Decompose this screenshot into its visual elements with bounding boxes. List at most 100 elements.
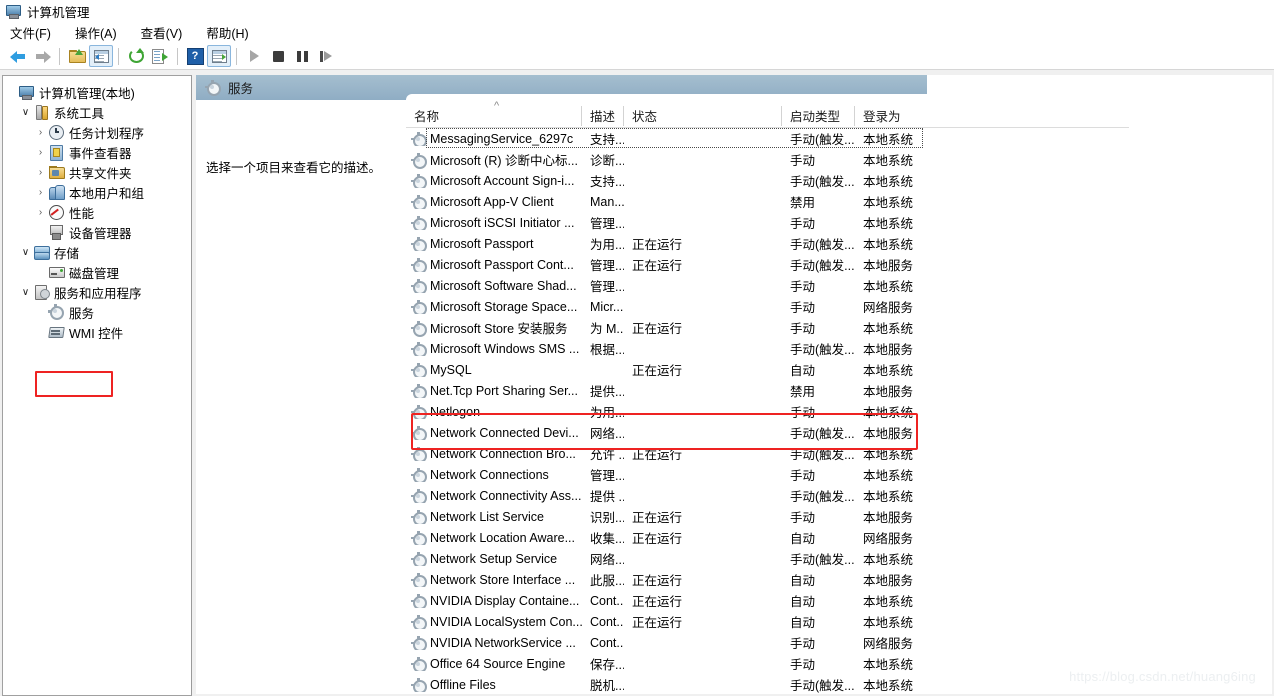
table-row[interactable]: NVIDIA LocalSystem Con... Cont... 正在运行 自动 本地…: [406, 611, 1272, 632]
table-row[interactable]: Network Connected Devi... 网络... 手动(触发... 本地…: [406, 422, 1272, 443]
table-row[interactable]: Microsoft Store 安装服务 为 M... 正在运行 手动 本地系统: [406, 317, 1272, 338]
cell-desc: 提供...: [590, 385, 624, 399]
services-gear-icon: [411, 236, 427, 251]
cell-logon: 网络服务: [863, 637, 914, 651]
cell-logon: 本地服务: [863, 259, 914, 273]
table-row[interactable]: NVIDIA NetworkService ... Cont... 手动 网络服务: [406, 632, 1272, 653]
computer-icon: [18, 84, 35, 100]
column-header-label: 状态: [632, 110, 658, 124]
service-name: Offline Files: [430, 677, 496, 692]
cell-startup: 手动(触发...: [790, 175, 855, 189]
tree-item-1[interactable]: ∨ 系统工具: [3, 102, 191, 122]
services-list-view[interactable]: 名称 ^ 描述 状态 启动类型 登录为 MessagingService_6297c 支持.…: [406, 94, 1272, 694]
services-gear-icon: [411, 635, 427, 650]
table-row[interactable]: Net.Tcp Port Sharing Ser... 提供... 禁用 本地服务: [406, 380, 1272, 401]
table-row[interactable]: Network Connectivity Ass... 提供 ... 手动(触发..…: [406, 485, 1272, 506]
table-row[interactable]: Netlogon 为用... 手动 本地系统: [406, 401, 1272, 422]
tree-item-0[interactable]: 计算机管理(本地): [3, 82, 191, 102]
table-row[interactable]: Microsoft Account Sign-i... 支持... 手动(触发...…: [406, 170, 1272, 191]
export-list-icon[interactable]: [148, 45, 172, 67]
menu-action[interactable]: 操作(A): [73, 21, 128, 44]
chevron-down-icon[interactable]: ∨: [18, 107, 33, 118]
menu-help[interactable]: 帮助(H): [204, 21, 259, 44]
table-row[interactable]: Network Connection Bro... 允许 ... 正在运行 手动(触发…: [406, 443, 1272, 464]
tree-item-label: 计算机管理(本地): [39, 87, 135, 101]
chevron-right-icon[interactable]: ›: [33, 147, 48, 158]
service-name: MessagingService_6297c: [430, 131, 574, 146]
table-row[interactable]: Network List Service 识别... 正在运行 手动 本地服务: [406, 506, 1272, 527]
table-row[interactable]: Microsoft Passport Cont... 管理... 正在运行 手动(触发…: [406, 254, 1272, 275]
forward-icon[interactable]: [30, 45, 54, 67]
column-header-4[interactable]: 登录为: [855, 104, 915, 127]
cell-logon: 本地系统: [863, 595, 914, 609]
cell-logon: 本地系统: [863, 490, 914, 504]
services-gear-icon: [411, 530, 427, 545]
pause-service-icon[interactable]: [290, 45, 314, 67]
tree-item-2[interactable]: › 任务计划程序: [3, 122, 191, 142]
menu-view[interactable]: 查看(V): [139, 21, 194, 44]
help-icon[interactable]: ?: [183, 45, 207, 67]
table-row[interactable]: Microsoft (R) 诊断中心标... 诊断... 手动 本地系统: [406, 149, 1272, 170]
back-icon[interactable]: [6, 45, 30, 67]
table-row[interactable]: NVIDIA Display Containe... Cont... 正在运行 自动 本…: [406, 590, 1272, 611]
chevron-right-icon[interactable]: ›: [33, 127, 48, 138]
chevron-down-icon[interactable]: ∨: [18, 287, 33, 298]
tree-item-3[interactable]: › 事件查看器: [3, 142, 191, 162]
start-service-icon[interactable]: [242, 45, 266, 67]
table-row[interactable]: MessagingService_6297c 支持... 手动(触发... 本地系统: [406, 128, 1272, 149]
column-header-0[interactable]: 名称 ^: [406, 101, 582, 127]
snapin-title: 服务: [228, 82, 254, 96]
cell-desc: 诊断...: [590, 154, 624, 168]
list-header[interactable]: 名称 ^ 描述 状态 启动类型 登录为: [406, 101, 1129, 127]
table-row[interactable]: Network Location Aware... 收集... 正在运行 自动 网络服务: [406, 527, 1272, 548]
table-row[interactable]: Network Setup Service 网络... 手动(触发... 本地系统: [406, 548, 1272, 569]
table-row[interactable]: Microsoft Windows SMS ... 根据... 手动(触发... 本地…: [406, 338, 1272, 359]
tree-item-11[interactable]: 服务: [3, 302, 191, 322]
chevron-down-icon[interactable]: ∨: [18, 247, 33, 258]
tree-item-4[interactable]: › 共享文件夹: [3, 162, 191, 182]
chevron-right-icon[interactable]: ›: [33, 167, 48, 178]
service-name: Netlogon: [430, 404, 481, 419]
table-row[interactable]: Network Store Interface ... 此服... 正在运行 自动 本地…: [406, 569, 1272, 590]
column-header-1[interactable]: 描述: [582, 104, 624, 127]
column-header-3[interactable]: 启动类型: [782, 104, 855, 127]
tree-item-12[interactable]: WMI 控件: [3, 322, 191, 342]
cell-desc: Man...: [590, 194, 624, 209]
cell-startup: 手动(触发...: [790, 679, 855, 693]
cell-startup: 手动: [790, 469, 816, 483]
column-header-2[interactable]: 状态: [624, 104, 782, 127]
menu-file[interactable]: 文件(F): [8, 21, 62, 44]
cell-startup: 手动(触发...: [790, 133, 855, 147]
show-hide-console-tree-icon[interactable]: [89, 45, 113, 67]
tree-item-8[interactable]: ∨ 存储: [3, 242, 191, 262]
up-one-level-icon[interactable]: [65, 45, 89, 67]
table-row[interactable]: Network Connections 管理... 手动 本地系统: [406, 464, 1272, 485]
table-row[interactable]: Microsoft Passport 为用... 正在运行 手动(触发... 本地系统: [406, 233, 1272, 254]
tree-item-5[interactable]: › 本地用户和组: [3, 182, 191, 202]
tree-item-label: 本地用户和组: [69, 187, 145, 201]
chevron-right-icon[interactable]: ›: [33, 187, 48, 198]
show-hide-action-pane-icon[interactable]: [207, 45, 231, 67]
restart-service-icon[interactable]: [314, 45, 338, 67]
stop-service-icon[interactable]: [266, 45, 290, 67]
tree-item-9[interactable]: 磁盘管理: [3, 262, 191, 282]
tree-item-10[interactable]: ∨ 服务和应用程序: [3, 282, 191, 302]
refresh-icon[interactable]: [124, 45, 148, 67]
console-tree[interactable]: 计算机管理(本地) ∨ 系统工具 › 任务计划程序 › 事件查看器 › 共享文件夹 › 本地用户和组…: [2, 75, 192, 696]
table-row[interactable]: Microsoft iSCSI Initiator ... 管理... 手动 本地系统: [406, 212, 1272, 233]
table-row[interactable]: MySQL 正在运行 自动 本地系统: [406, 359, 1272, 380]
cell-startup: 手动: [790, 511, 816, 525]
list-rows[interactable]: MessagingService_6297c 支持... 手动(触发... 本地系统 M…: [406, 128, 1272, 694]
table-row[interactable]: Microsoft App-V Client Man... 禁用 本地系统: [406, 191, 1272, 212]
cell-name: MessagingService_6297c: [406, 131, 582, 146]
cell-startup: 禁用: [790, 196, 816, 210]
table-row[interactable]: Microsoft Storage Space... Micr... 手动 网络服务: [406, 296, 1272, 317]
tree-item-6[interactable]: › 性能: [3, 202, 191, 222]
service-name: NVIDIA Display Containe...: [430, 593, 580, 608]
cell-name: Offline Files: [406, 677, 582, 692]
cell-desc: 网络...: [590, 553, 624, 567]
table-row[interactable]: Microsoft Software Shad... 管理... 手动 本地系统: [406, 275, 1272, 296]
tree-item-label: 设备管理器: [69, 227, 132, 241]
tree-item-7[interactable]: 设备管理器: [3, 222, 191, 242]
chevron-right-icon[interactable]: ›: [33, 207, 48, 218]
